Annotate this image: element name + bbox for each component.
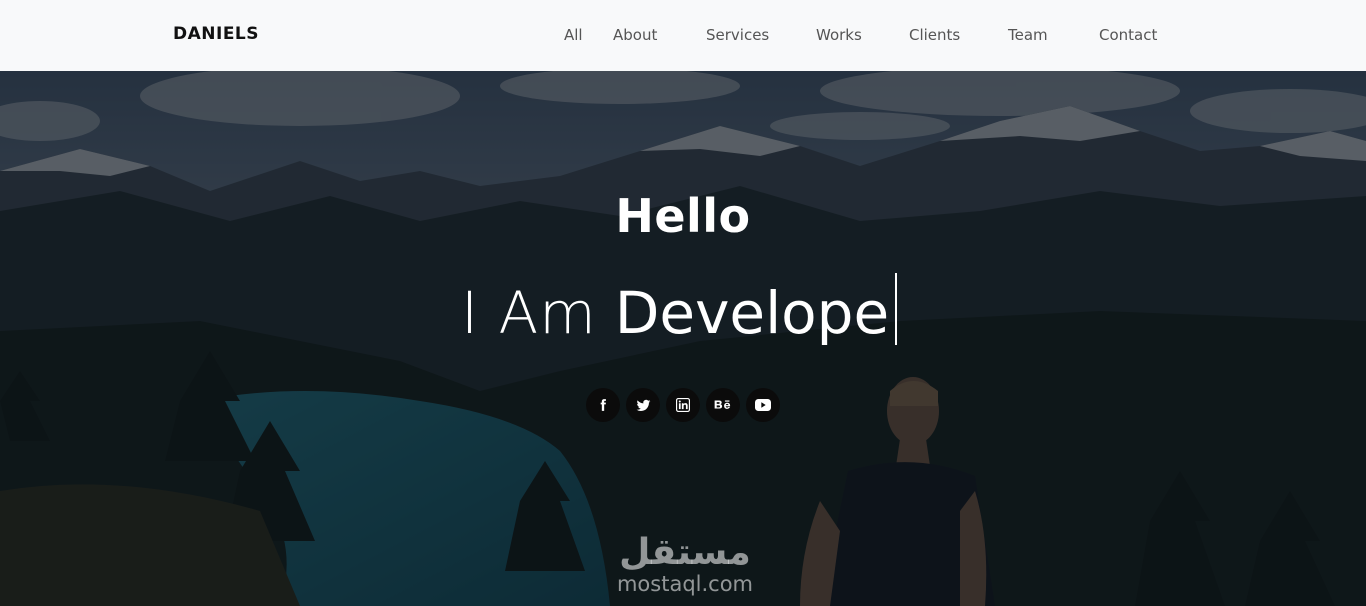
- role-typed-word: Develope: [614, 279, 890, 347]
- nav-item-clients[interactable]: Clients: [909, 26, 960, 44]
- role-prefix: I Am: [461, 279, 597, 347]
- behance-icon[interactable]: [706, 388, 740, 422]
- linkedin-icon[interactable]: [666, 388, 700, 422]
- hero-greeting: Hello: [615, 189, 751, 243]
- brand-logo[interactable]: DANIELS: [173, 24, 259, 44]
- nav-item-about[interactable]: About: [613, 26, 657, 44]
- watermark-latin: mostaql.com: [616, 572, 754, 596]
- navbar: DANIELS All About Services Works Clients…: [0, 0, 1366, 71]
- nav-item-team[interactable]: Team: [1008, 26, 1048, 44]
- nav-item-works[interactable]: Works: [816, 26, 862, 44]
- nav-item-services[interactable]: Services: [706, 26, 769, 44]
- typing-caret: [895, 273, 898, 345]
- hero-typed-role: I Am Develope: [461, 273, 898, 347]
- mostaql-watermark: مستقل mostaql.com: [600, 532, 770, 596]
- facebook-icon[interactable]: [586, 388, 620, 422]
- twitter-icon[interactable]: [626, 388, 660, 422]
- nav-item-all[interactable]: All: [564, 26, 583, 44]
- nav-item-contact[interactable]: Contact: [1099, 26, 1157, 44]
- hero-section: Hello I Am Develope مستقل mostaql.com: [0, 71, 1366, 606]
- watermark-arabic: مستقل: [619, 532, 751, 573]
- youtube-icon[interactable]: [746, 388, 780, 422]
- social-links: [586, 388, 780, 422]
